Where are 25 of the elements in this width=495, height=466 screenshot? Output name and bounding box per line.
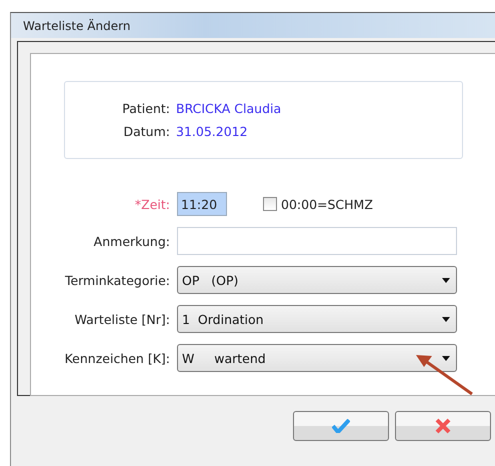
checkmark-icon	[332, 419, 350, 433]
field-label: Anmerkung:	[92, 234, 170, 248]
close-icon	[435, 418, 451, 434]
time-label: *Zeit:	[134, 196, 170, 212]
info-value: BRCICKA Claudia	[176, 101, 282, 116]
info-label: Patient:	[121, 101, 170, 116]
schmz-checkbox[interactable]: 00:00=SCHMZ	[263, 196, 373, 212]
caret-icon	[442, 316, 450, 322]
arrow-drawing	[414, 352, 476, 398]
field-label: Terminkategorie:	[64, 272, 170, 288]
ok-button[interactable]	[293, 411, 389, 441]
caret-icon	[442, 356, 450, 360]
info-label: Datum:	[122, 124, 170, 139]
field-label: Warteliste [Nr]:	[74, 312, 170, 326]
dropdown[interactable]: OP (OP)	[177, 266, 457, 294]
dropdown[interactable]: W wartend	[177, 344, 457, 372]
cancel-button[interactable]	[395, 411, 491, 441]
window-title: Warteliste Ändern	[23, 18, 130, 32]
input-field[interactable]	[177, 227, 457, 255]
caret-icon	[442, 278, 450, 282]
time-field[interactable]: 11:20	[177, 192, 227, 216]
dropdown[interactable]: 1 Ordination	[177, 305, 457, 333]
info-value: 31.05.2012	[176, 124, 249, 139]
checkbox-icon[interactable]	[263, 197, 277, 211]
field-label: Kennzeichen [K]:	[64, 350, 170, 366]
